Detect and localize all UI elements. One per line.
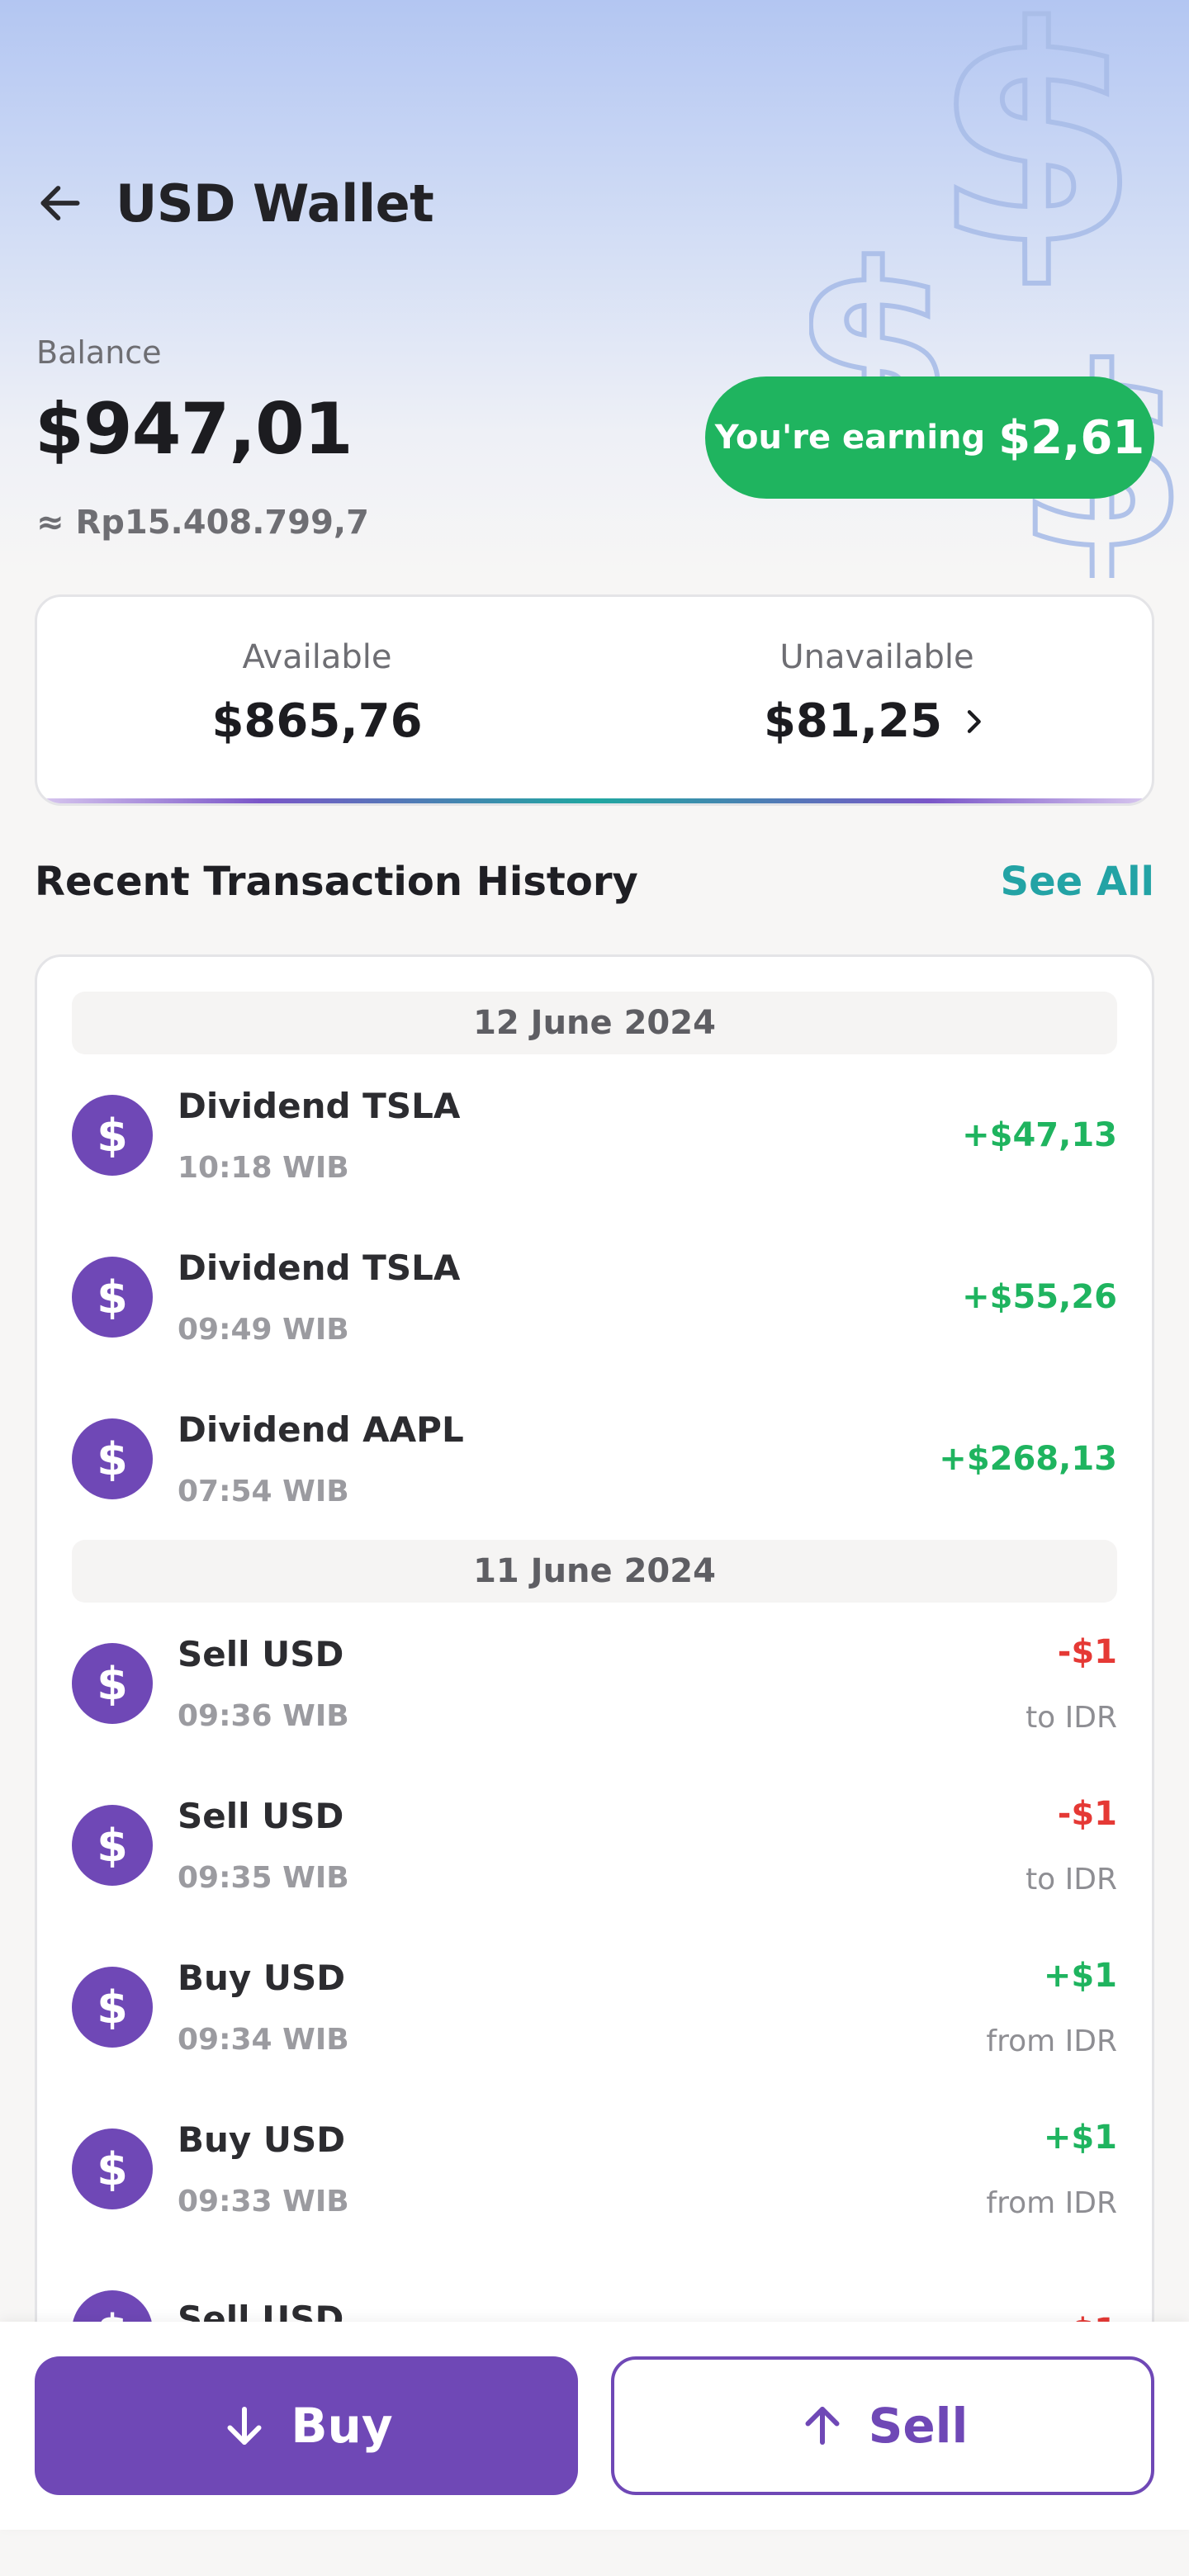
date-header: 11 June 2024	[72, 1540, 1117, 1603]
transaction-title: Dividend TSLA	[178, 1248, 461, 1288]
available-value: $865,76	[211, 694, 423, 748]
dollar-icon: $	[72, 2129, 153, 2209]
earning-amount: $2,61	[998, 410, 1145, 465]
availability-card: Available $865,76 Unavailable $81,25	[35, 594, 1154, 806]
transaction-note: from IDR	[986, 2024, 1117, 2058]
unavailable-label: Unavailable	[779, 638, 974, 676]
bottom-action-bar: Buy Sell	[0, 2322, 1189, 2530]
history-title: Recent Transaction History	[35, 859, 638, 905]
page-title: USD Wallet	[116, 173, 434, 234]
arrow-down-icon	[227, 2407, 262, 2445]
unavailable-section[interactable]: Unavailable $81,25	[597, 638, 1152, 748]
chevron-right-icon	[967, 709, 981, 733]
sell-label: Sell	[868, 2398, 969, 2454]
transaction-list: 12 June 2024 $ Dividend TSLA 10:18 WIB +$…	[35, 954, 1154, 2441]
arrow-up-icon	[805, 2407, 840, 2445]
dollar-icon: $	[72, 1643, 153, 1724]
transaction-time: 09:36 WIB	[178, 1699, 349, 1733]
earning-label: You're earning	[714, 419, 986, 457]
transaction-title: Dividend AAPL	[178, 1409, 464, 1450]
buy-label: Buy	[291, 2398, 393, 2454]
balance-label: Balance	[36, 334, 162, 371]
transaction-time: 09:34 WIB	[178, 2023, 349, 2057]
transaction-time: 09:33 WIB	[178, 2185, 349, 2218]
top-bar: USD Wallet	[35, 165, 434, 241]
dollar-icon: $	[72, 1418, 153, 1499]
transaction-note: from IDR	[986, 2185, 1117, 2220]
see-all-link[interactable]: See All	[1001, 859, 1154, 905]
transaction-title: Dividend TSLA	[178, 1086, 461, 1126]
transaction-amount: +$1	[1043, 2118, 1117, 2157]
transaction-title: Buy USD	[178, 1958, 346, 1998]
card-accent-line	[37, 798, 1152, 803]
transaction-time: 10:18 WIB	[178, 1151, 349, 1185]
dollar-icon: $	[72, 1095, 153, 1176]
transaction-amount: +$47,13	[962, 1116, 1117, 1154]
available-section: Available $865,76	[37, 638, 597, 748]
sell-button[interactable]: Sell	[611, 2356, 1154, 2495]
transaction-amount: +$268,13	[939, 1440, 1117, 1478]
transaction-amount: +$1	[1043, 1956, 1117, 1995]
transaction-amount: -$1	[1057, 1794, 1117, 1833]
balance-idr-equivalent: ≈ Rp15.408.799,7	[36, 504, 369, 542]
transaction-time: 09:35 WIB	[178, 1861, 349, 1895]
transaction-title: Sell USD	[178, 1796, 344, 1836]
history-header: Recent Transaction History See All	[35, 859, 1154, 905]
arrow-left-icon	[40, 186, 80, 220]
transaction-row[interactable]: $ Sell USD 09:35 WIB -$1 to IDR	[72, 1764, 1117, 1926]
buy-button[interactable]: Buy	[35, 2356, 578, 2495]
transaction-amount: +$55,26	[962, 1278, 1117, 1316]
earning-badge[interactable]: You're earning $2,61	[705, 376, 1154, 499]
transaction-row[interactable]: $ Sell USD 09:36 WIB -$1 to IDR	[72, 1603, 1117, 1764]
transaction-row[interactable]: $ Dividend TSLA 10:18 WIB +$47,13	[72, 1054, 1117, 1216]
dollar-icon: $	[72, 1967, 153, 2048]
transaction-note: to IDR	[1026, 1700, 1117, 1735]
transaction-row[interactable]: $ Buy USD 09:34 WIB +$1 from IDR	[72, 1926, 1117, 2088]
back-button[interactable]	[35, 172, 97, 234]
date-header: 12 June 2024	[72, 992, 1117, 1054]
dollar-icon: $	[72, 1805, 153, 1886]
dollar-icon: $	[72, 1257, 153, 1338]
transaction-row[interactable]: $ Dividend TSLA 09:49 WIB +$55,26	[72, 1216, 1117, 1378]
available-label: Available	[242, 638, 392, 676]
transaction-time: 09:49 WIB	[178, 1313, 349, 1347]
unavailable-value: $81,25	[764, 694, 990, 748]
transaction-amount: -$1	[1057, 1632, 1117, 1671]
svg-text:$: $	[933, 0, 1140, 310]
transaction-title: Sell USD	[178, 1634, 344, 1674]
balance-amount: $947,01	[35, 388, 353, 471]
transaction-title: Buy USD	[178, 2119, 346, 2160]
transaction-row[interactable]: $ Buy USD 09:33 WIB +$1 from IDR	[72, 2088, 1117, 2250]
transaction-note: to IDR	[1026, 1862, 1117, 1896]
transaction-time: 07:54 WIB	[178, 1475, 349, 1508]
transaction-row[interactable]: $ Dividend AAPL 07:54 WIB +$268,13	[72, 1378, 1117, 1540]
